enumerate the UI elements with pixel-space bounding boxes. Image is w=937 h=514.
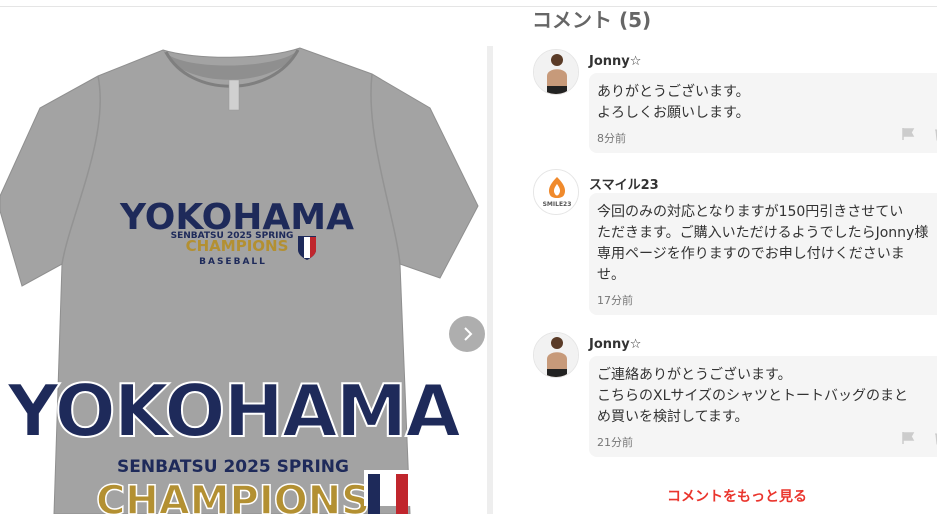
print-small-champions: CHAMPIONS [186, 237, 289, 255]
avatar[interactable]: SMILE23 [533, 169, 579, 215]
comment-author[interactable]: Jonny☆ [589, 54, 641, 69]
more-comments-link[interactable]: コメントをもっと見る [667, 486, 807, 506]
comment-bubble: ありがとうございます。 よろしくお願いします。 8分前 [589, 73, 937, 153]
comment-footer: 21分前 [597, 431, 937, 449]
report-flag-icon[interactable] [901, 431, 915, 445]
product-image[interactable]: YOKOHAMA SENBATSU 2025 SPRING CHAMPIONS … [0, 46, 487, 514]
comment-bubble: 今回のみの対応となりますが150円引きさせてい ただきます。ご購入いただけるよう… [589, 193, 937, 315]
avatar[interactable] [533, 332, 579, 378]
comment-line: こちらのXLサイズのシャツとトートバッグのまと [597, 388, 908, 404]
comment-line: め買いを検討してます。 [597, 409, 749, 425]
comment-line: 専用ページを作りますのでお申し付けくださいま [597, 246, 905, 262]
print-large-subtitle: SENBATSU 2025 SPRING [117, 457, 349, 477]
avatar[interactable] [533, 49, 579, 95]
comment-line: せ。 [597, 267, 625, 283]
comment-text: ご連絡ありがとうございます。 こちらのXLサイズのシャツとトートバッグのまと め… [597, 365, 937, 428]
comments-title: コメント (5) [532, 8, 652, 32]
user-photo-icon [534, 333, 578, 377]
comment-footer: 17分前 [597, 289, 937, 307]
print-small-sport: BASEBALL [199, 257, 267, 267]
tshirt-illustration: YOKOHAMA SENBATSU 2025 SPRING CHAMPIONS … [0, 47, 479, 514]
smile23-logo-text: SMILE23 [543, 201, 572, 208]
comment-time: 17分前 [597, 294, 633, 307]
comment-line: ご連絡ありがとうございます。 [597, 367, 792, 383]
comment-author[interactable]: Jonny☆ [589, 337, 641, 352]
comment-text: ありがとうございます。 よろしくお願いします。 [597, 82, 937, 124]
report-flag-icon[interactable] [901, 127, 915, 141]
comment-footer: 8分前 [597, 127, 937, 145]
print-large-city: YOKOHAMA [6, 369, 461, 453]
comment-time: 21分前 [597, 436, 633, 449]
comment-line: よろしくお願いします。 [597, 105, 750, 121]
comment-author[interactable]: スマイル23 [589, 174, 659, 193]
smile23-logo-icon: SMILE23 [534, 170, 578, 214]
comment-line: ありがとうございます。 [597, 84, 750, 100]
trash-icon[interactable] [933, 127, 937, 141]
comment-line: ただきます。ご購入いただけるようでしたらJonny様 [597, 225, 929, 241]
print-large-champions: CHAMPIONS [96, 478, 370, 514]
comment-line: 今回のみの対応となりますが150円引きさせてい [597, 204, 904, 220]
user-photo-icon [534, 50, 578, 94]
panel-divider [487, 46, 493, 514]
top-divider [0, 6, 937, 7]
trash-icon[interactable] [933, 431, 937, 445]
comment-text: 今回のみの対応となりますが150円引きさせてい ただきます。ご購入いただけるよう… [597, 202, 937, 286]
comment-time: 8分前 [597, 132, 626, 145]
next-image-button[interactable] [449, 316, 485, 352]
comment-bubble: ご連絡ありがとうございます。 こちらのXLサイズのシャツとトートバッグのまと め… [589, 356, 937, 457]
chevron-right-icon [464, 327, 473, 341]
